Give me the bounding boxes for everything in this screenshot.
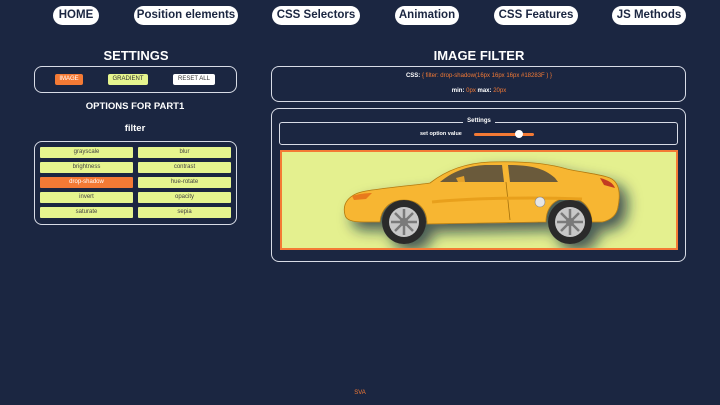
image-filter-title: IMAGE FILTER xyxy=(433,48,525,63)
nav-position-button[interactable]: Position elements xyxy=(134,6,238,25)
option-slider-thumb[interactable] xyxy=(515,130,523,138)
filter-grayscale-button[interactable]: grayscale xyxy=(40,147,133,158)
nav-animation-button[interactable]: Animation xyxy=(395,6,459,25)
settings-legend: Settings xyxy=(463,118,495,124)
min-value: 0px xyxy=(466,88,476,94)
reset-all-button[interactable]: RESET ALL xyxy=(173,74,215,85)
max-value: 20px xyxy=(493,88,507,94)
filter-title: filter xyxy=(124,123,146,134)
css-value: { filter: drop-shadow(16px 16px 16px #18… xyxy=(421,73,553,79)
min-label: min: xyxy=(451,88,465,94)
filter-opacity-button[interactable]: opacity xyxy=(138,192,231,203)
filter-contrast-button[interactable]: contrast xyxy=(138,162,231,173)
max-label: max: xyxy=(477,88,492,94)
filter-sepia-button[interactable]: sepia xyxy=(138,207,231,218)
car-image xyxy=(343,161,620,244)
css-label: CSS: xyxy=(405,73,421,79)
top-nav: HOME Position elements CSS Selectors Ani… xyxy=(0,6,720,26)
mode-panel: IMAGE GRADIENT RESET ALL xyxy=(34,66,237,93)
options-title: OPTIONS FOR PART1 xyxy=(85,101,185,112)
css-output-panel xyxy=(271,66,686,102)
css-output-line: CSS: { filter: drop-shadow(16px 16px 16p… xyxy=(272,73,686,79)
nav-selectors-button[interactable]: CSS Selectors xyxy=(272,6,360,25)
filter-blur-button[interactable]: blur xyxy=(138,147,231,158)
nav-home-button[interactable]: HOME xyxy=(53,6,99,25)
range-line: min: 0px max: 20px xyxy=(272,88,686,94)
filter-invert-button[interactable]: invert xyxy=(40,192,133,203)
footer-text: SVA xyxy=(354,390,366,396)
nav-js-button[interactable]: JS Methods xyxy=(612,6,686,25)
image-mode-button[interactable]: IMAGE xyxy=(55,74,83,85)
filter-saturate-button[interactable]: saturate xyxy=(40,207,133,218)
nav-features-button[interactable]: CSS Features xyxy=(494,6,578,25)
settings-title: SETTINGS xyxy=(103,48,169,63)
filter-brightness-button[interactable]: brightness xyxy=(40,162,133,173)
car-image-frame xyxy=(280,150,678,250)
filter-hue-rotate-button[interactable]: hue-rotate xyxy=(138,177,231,188)
gradient-mode-button[interactable]: GRADIENT xyxy=(108,74,148,85)
filter-drop-shadow-button[interactable]: drop-shadow xyxy=(40,177,133,188)
slider-label: set option value xyxy=(420,131,462,137)
option-slider-track[interactable] xyxy=(474,133,534,136)
